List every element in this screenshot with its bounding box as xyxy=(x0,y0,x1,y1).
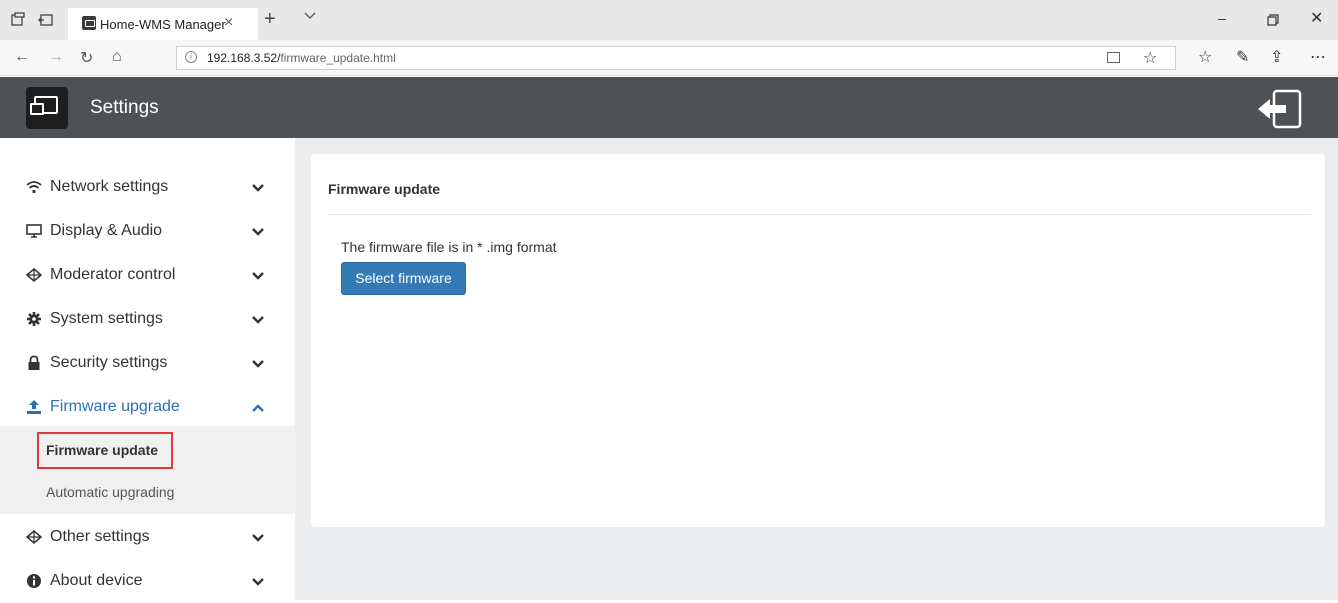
sidebar-item-label: Moderator control xyxy=(50,266,176,283)
page-title: Settings xyxy=(90,97,159,118)
moderator-icon xyxy=(26,530,42,544)
sidebar-item-label: Display & Audio xyxy=(50,222,163,239)
sidebar-item-system[interactable]: System settings xyxy=(0,297,295,341)
tab-actions-icon[interactable] xyxy=(10,12,26,28)
browser-tab-strip: Home-WMS Manager × + – ✕ xyxy=(0,0,1338,40)
submenu-item-automatic-upgrading[interactable]: Automatic upgrading xyxy=(46,484,174,500)
sidebar-item-label: Network settings xyxy=(50,178,169,195)
tab-title: Home-WMS Manager xyxy=(100,17,226,32)
url-path: firmware_update.html xyxy=(280,51,396,65)
chevron-down-icon xyxy=(252,184,264,192)
chevron-down-icon xyxy=(252,534,264,542)
upload-icon xyxy=(27,400,41,414)
sidebar: Network settings Display & Audio Moderat… xyxy=(0,138,295,600)
sidebar-item-moderator[interactable]: Moderator control xyxy=(0,253,295,297)
chevron-down-icon xyxy=(252,272,264,280)
sidebar-item-label: Security settings xyxy=(50,354,168,371)
url-text: 192.168.3.52/firmware_update.html xyxy=(207,51,396,65)
logout-icon[interactable] xyxy=(1256,89,1304,129)
favorites-icon[interactable]: ☆ xyxy=(1198,47,1212,67)
more-icon[interactable]: ⋯ xyxy=(1310,47,1326,67)
back-icon[interactable]: ← xyxy=(14,48,30,66)
site-info-icon[interactable]: i xyxy=(185,51,197,63)
favorite-star-icon[interactable]: ☆ xyxy=(1143,48,1157,68)
browser-tab[interactable]: Home-WMS Manager × xyxy=(68,8,258,40)
url-field[interactable]: i 192.168.3.52/firmware_update.html ☆ xyxy=(176,46,1176,70)
pen-icon[interactable]: ✎ xyxy=(1236,47,1249,67)
reading-view-icon[interactable] xyxy=(1107,52,1120,63)
moderator-icon xyxy=(26,268,42,282)
restore-icon[interactable] xyxy=(1267,14,1279,26)
lock-icon xyxy=(28,355,40,370)
sidebar-item-label: Other settings xyxy=(50,528,150,545)
app-logo-icon xyxy=(26,87,68,129)
panel-title: Firmware update xyxy=(328,181,441,197)
refresh-icon[interactable]: ↻ xyxy=(80,48,93,68)
browser-address-bar: ← → ↻ ⌂ i 192.168.3.52/firmware_update.h… xyxy=(0,40,1338,76)
sidebar-item-about[interactable]: About device xyxy=(0,559,295,603)
sidebar-item-network[interactable]: Network settings xyxy=(0,165,295,209)
sidebar-item-label: System settings xyxy=(50,310,163,327)
forward-icon[interactable]: → xyxy=(48,48,64,66)
home-icon[interactable]: ⌂ xyxy=(112,48,122,66)
firmware-update-panel: Firmware update The firmware file is in … xyxy=(311,154,1325,527)
minimize-icon[interactable]: – xyxy=(1218,10,1226,26)
selection-highlight-box xyxy=(37,432,173,469)
select-firmware-button[interactable]: Select firmware xyxy=(341,262,466,295)
wifi-icon xyxy=(26,181,42,194)
tab-menu-chevron-icon[interactable] xyxy=(304,10,316,22)
new-tab-icon[interactable]: + xyxy=(264,8,276,31)
sidebar-item-other[interactable]: Other settings xyxy=(0,515,295,559)
chevron-down-icon xyxy=(252,360,264,368)
sidebar-item-security[interactable]: Security settings xyxy=(0,341,295,385)
sidebar-item-label: Firmware upgrade xyxy=(50,398,180,415)
app-header: Settings xyxy=(0,77,1338,138)
chevron-down-icon xyxy=(252,228,264,236)
chevron-down-icon xyxy=(252,578,264,586)
chevron-down-icon xyxy=(252,316,264,324)
info-icon xyxy=(27,574,41,588)
sidebar-item-firmware-upgrade[interactable]: Firmware upgrade xyxy=(0,385,295,429)
close-window-icon[interactable]: ✕ xyxy=(1310,8,1323,28)
set-aside-tabs-icon[interactable] xyxy=(38,12,54,28)
monitor-icon xyxy=(26,224,42,238)
chevron-up-icon xyxy=(252,404,264,412)
close-tab-icon[interactable]: × xyxy=(224,14,233,32)
gear-icon xyxy=(27,312,41,326)
url-host: 192.168.3.52/ xyxy=(207,51,281,65)
sidebar-item-display-audio[interactable]: Display & Audio xyxy=(0,209,295,253)
divider xyxy=(328,214,1310,215)
site-favicon-icon xyxy=(82,16,96,30)
sidebar-item-label: About device xyxy=(50,572,143,589)
share-icon[interactable]: ⇪ xyxy=(1270,47,1283,67)
firmware-format-note: The firmware file is in * .img format xyxy=(341,239,557,255)
